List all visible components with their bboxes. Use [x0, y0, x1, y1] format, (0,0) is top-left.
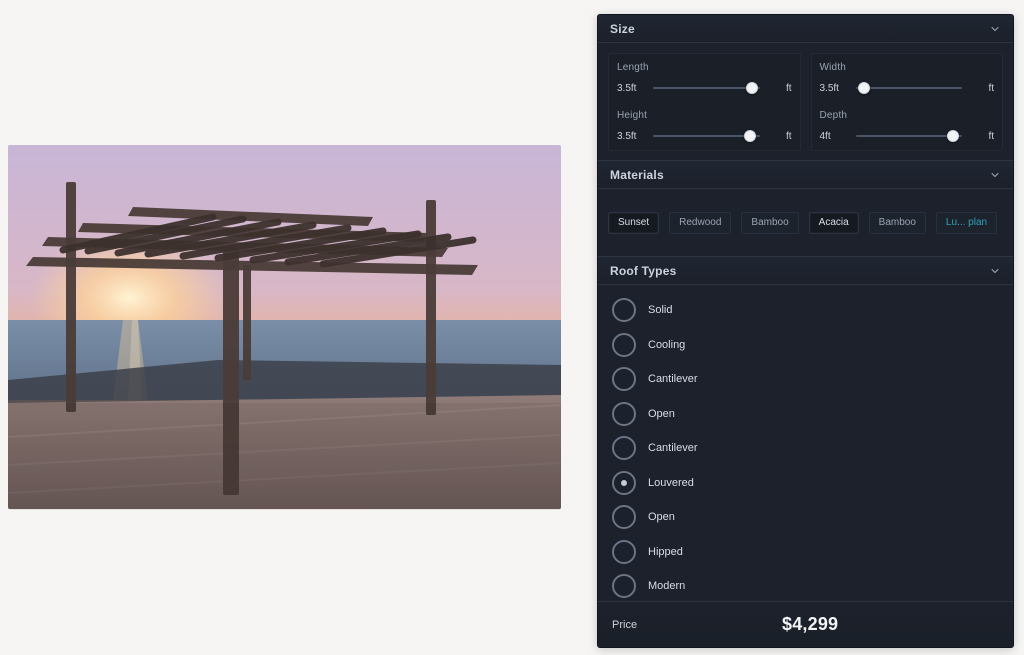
radio-circle-icon[interactable] — [612, 332, 636, 357]
radio-dot-icon — [621, 479, 627, 486]
radio-circle-icon[interactable] — [612, 505, 636, 530]
slider-row-width: 3.5ft ft — [819, 80, 994, 96]
roof-option[interactable]: Louvered — [612, 466, 999, 501]
slider-depth: Depth 4ft ft — [819, 110, 994, 144]
slider-unit-depth: ft — [988, 130, 994, 142]
pergola-sunset-illustration — [8, 145, 561, 509]
size-card-left: Length 3.5ft ft Height 3.5ft ft — [608, 53, 801, 151]
roof-types-list: Solid Cooling Cantilever Open Cantilever… — [598, 285, 1013, 623]
chevron-down-icon — [987, 263, 1003, 279]
roof-option-label: Cooling — [648, 338, 686, 351]
price-footer: Price $4,299 — [598, 601, 1013, 647]
roof-option[interactable]: Solid — [612, 293, 999, 328]
slider-title-length: Length — [617, 62, 649, 73]
slider-track-width[interactable] — [855, 82, 962, 94]
section-header-size[interactable]: Size — [598, 15, 1013, 43]
radio-circle-icon[interactable] — [612, 470, 636, 495]
roof-option[interactable]: Modern — [612, 569, 999, 604]
size-card-right: Width 3.5ft ft Depth 4ft ft — [810, 53, 1003, 151]
roof-option-label: Hipped — [648, 545, 683, 558]
radio-circle-icon[interactable] — [612, 401, 636, 426]
slider-track-height[interactable] — [653, 130, 760, 142]
size-section-body: Length 3.5ft ft Height 3.5ft ft Width 3.… — [598, 43, 1013, 161]
roof-option-label: Cantilever — [648, 442, 698, 455]
section-title-materials: Materials — [610, 167, 664, 182]
slider-length: Length 3.5ft ft — [617, 62, 792, 96]
radio-circle-icon[interactable] — [612, 539, 636, 564]
section-header-materials[interactable]: Materials — [598, 161, 1013, 189]
slider-value-depth: 4ft — [819, 130, 831, 142]
material-chip[interactable]: Lu... plan — [935, 211, 998, 234]
price-value: $4,299 — [782, 614, 839, 634]
radio-circle-icon[interactable] — [612, 436, 636, 461]
materials-section-body: Sunset Redwood Bamboo Acacia Bamboo Lu..… — [598, 189, 1013, 257]
price-label: Price — [612, 618, 638, 631]
material-chip[interactable]: Bamboo — [868, 211, 926, 234]
section-title-size: Size — [610, 21, 635, 36]
material-chip[interactable]: Sunset — [608, 211, 660, 234]
radio-circle-icon[interactable] — [612, 367, 636, 392]
roof-option-label: Louvered — [648, 476, 694, 489]
slider-thumb-height[interactable] — [743, 130, 756, 142]
product-preview-image — [8, 145, 561, 509]
slider-value-height: 3.5ft — [617, 130, 637, 142]
slider-row-height: 3.5ft ft — [617, 128, 792, 144]
slider-title-height: Height — [617, 110, 648, 121]
radio-circle-icon[interactable] — [612, 574, 636, 599]
section-header-roof-types[interactable]: Roof Types — [598, 257, 1013, 285]
slider-thumb-depth[interactable] — [947, 130, 960, 142]
section-title-roof-types: Roof Types — [610, 263, 677, 278]
radio-circle-icon[interactable] — [612, 298, 636, 323]
chevron-down-icon — [987, 21, 1003, 37]
roof-option[interactable]: Open — [612, 500, 999, 535]
roof-option[interactable]: Open — [612, 397, 999, 432]
roof-option-label: Modern — [648, 580, 686, 593]
slider-title-depth: Depth — [819, 110, 848, 121]
slider-value-length: 3.5ft — [617, 82, 637, 94]
slider-row-depth: 4ft ft — [819, 128, 994, 144]
slider-value-width: 3.5ft — [819, 82, 839, 94]
material-chip[interactable]: Redwood — [669, 211, 732, 234]
roof-option-label: Open — [648, 511, 675, 524]
roof-option[interactable]: Cantilever — [612, 362, 999, 397]
slider-height: Height 3.5ft ft — [617, 110, 792, 144]
slider-unit-length: ft — [785, 82, 792, 94]
slider-thumb-length[interactable] — [746, 82, 759, 94]
slider-width: Width 3.5ft ft — [819, 62, 994, 96]
chevron-down-icon — [987, 167, 1003, 183]
roof-option[interactable]: Hipped — [612, 535, 999, 570]
slider-thumb-width[interactable] — [858, 82, 871, 94]
slider-track-length[interactable] — [653, 82, 760, 94]
slider-track-depth[interactable] — [855, 130, 962, 142]
roof-option-label: Cantilever — [648, 373, 698, 386]
slider-title-width: Width — [819, 62, 847, 73]
slider-unit-width: ft — [988, 82, 994, 94]
roof-option-label: Open — [648, 407, 675, 420]
slider-unit-height: ft — [785, 130, 792, 142]
material-chip[interactable]: Acacia — [808, 211, 859, 234]
configurator-panel: Size Length 3.5ft ft Height 3.5ft ft Wid… — [597, 14, 1014, 648]
roof-option[interactable]: Cooling — [612, 328, 999, 363]
roof-option-label: Solid — [648, 304, 673, 317]
material-chip[interactable]: Bamboo — [741, 211, 799, 234]
roof-option[interactable]: Cantilever — [612, 431, 999, 466]
page: Size Length 3.5ft ft Height 3.5ft ft Wid… — [0, 0, 1024, 655]
slider-row-length: 3.5ft ft — [617, 80, 792, 96]
